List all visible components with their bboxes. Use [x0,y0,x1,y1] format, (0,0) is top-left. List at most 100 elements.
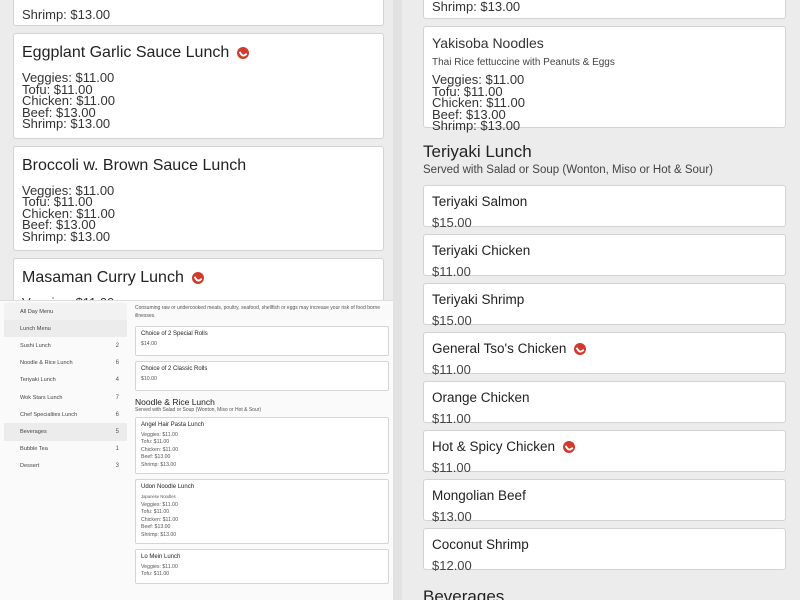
menu-card[interactable]: Orange Chicken $11.00 [423,381,786,426]
mini-menu-panel: All Day Menu Lunch Menu Sushi Lunch 2 Noodle… [0,300,393,600]
item-title-text: General Tso's Chicken [432,341,567,356]
sidebar-item[interactable]: All Day Menu [4,303,127,321]
sidebar-item-label: Sushi Lunch [20,342,51,349]
item-title-text: Teriyaki Chicken [432,243,531,258]
item-title-text: Teriyaki Salmon [432,194,528,209]
panel-divider [393,0,402,600]
sidebar-item[interactable]: Noodle & Rice Lunch 6 [4,355,127,372]
item-title-text: Broccoli w. Brown Sauce Lunch [22,156,247,174]
left-menu-panel: Shrimp: $13.00 Eggplant Garlic Sauce Lun… [0,0,393,300]
sidebar-item-label: Lunch Menu [20,325,51,332]
sidebar-item[interactable]: Dessert 3 [4,458,127,475]
item-price: $15.00 [432,215,472,230]
sidebar-item-count: 6 [115,360,119,367]
item-title: Mongolian Beef [432,488,777,503]
raw-food-warning: Consuming raw or undercooked meats, poul… [135,305,381,319]
item-title: Eggplant Garlic Sauce Lunch [22,44,375,62]
item-description: Japanese Noodles [141,494,176,500]
menu-card[interactable]: Mongolian Beef $13.00 [423,479,786,524]
item-title-text: Masaman Curry Lunch [22,269,184,286]
item-price: $11.00 [432,411,471,426]
menu-card-partial[interactable]: Shrimp: $13.00 [13,0,384,26]
menu-card[interactable]: Eggplant Garlic Sauce Lunch Veggies: $11.… [13,33,384,139]
sidebar-item[interactable]: Bubble Tea 1 [4,441,127,458]
menu-card[interactable]: General Tso's Chicken $11.00 [423,332,786,377]
item-description: Thai Rice fettuccine with Peanuts & Eggs [432,57,615,68]
screen: Shrimp: $13.00 Eggplant Garlic Sauce Lun… [0,0,800,600]
section-heading-teriyaki: Teriyaki Lunch [423,142,532,161]
chili-pepper-icon [237,47,250,59]
section-heading-beverages: Beverages [423,587,505,600]
price-line: Shrimp: $13.00 [22,116,111,131]
item-price: $15.00 [432,313,472,328]
price-line: Tofu: $11.00 [141,439,170,446]
item-price: $11.00 [432,362,471,377]
right-menu-panel: Shrimp: $13.00 Yakisoba Noodles Thai Ric… [402,0,800,600]
section-heading-noodle: Noodle & Rice Lunch [135,397,215,407]
sidebar-item-label: Teriyaki Lunch [20,377,56,384]
item-price: $14.00 [141,341,157,347]
sidebar-item-label: Noodle & Rice Lunch [20,360,73,367]
sidebar-item-label: Dessert [20,463,40,470]
sidebar-item-count: 4 [115,377,119,384]
mini-main-content: Consuming raw or undercooked meats, poul… [135,305,389,589]
sidebar-item[interactable]: Lunch Menu [4,320,127,338]
price-line: Shrimp: $13.00 [141,531,177,538]
left-menu-list: Shrimp: $13.00 Eggplant Garlic Sauce Lun… [13,0,384,300]
item-title: Choice of 2 Special Rolls [141,331,208,337]
item-title: Teriyaki Salmon [432,194,777,209]
item-title-text: Teriyaki Shrimp [432,292,525,307]
sidebar-item[interactable]: Sushi Lunch 2 [4,337,127,354]
price-line: Shrimp: $13.00 [141,461,177,468]
menu-card[interactable]: Udon Noodle Lunch Japanese Noodles Veggies… [135,479,389,545]
sidebar-item-label: Bubble Tea [20,446,48,453]
sidebar-item-label: Chef Specialties Lunch [20,411,78,418]
sidebar-item[interactable]: Teriyaki Lunch 4 [4,372,127,389]
item-title: Masaman Curry Lunch [22,269,375,287]
menu-card[interactable]: Broccoli w. Brown Sauce Lunch Veggies: $1… [13,145,384,251]
menu-card[interactable]: Teriyaki Chicken $11.00 [423,234,786,279]
sidebar-item-count: 2 [115,342,119,349]
menu-card-partial[interactable]: Shrimp: $13.00 [423,0,786,19]
item-title-text: Coconut Shrimp [432,537,529,552]
price-line: Shrimp: $13.00 [22,7,111,22]
sidebar-item[interactable]: Chef Specialties Lunch 6 [4,406,127,423]
item-title: Coconut Shrimp [432,537,777,552]
price-line: Beef: $13.00 [141,454,171,461]
item-title: Lo Mein Lunch [141,554,181,561]
item-title: Teriyaki Shrimp [432,292,777,307]
menu-card[interactable]: Choice of 2 Special Rolls $14.00 [135,326,389,356]
item-price: $13.00 [432,509,472,524]
section-subheading-noodle: Served with Salad or Soup (Wonton, Miso … [135,407,262,413]
item-title: General Tso's Chicken [432,341,777,356]
right-menu-list: Shrimp: $13.00 Yakisoba Noodles Thai Ric… [423,0,786,600]
item-title-text: Orange Chicken [432,390,530,405]
menu-card[interactable]: Teriyaki Shrimp $15.00 [423,283,786,328]
price-line: Tofu: $11.00 [141,509,170,516]
item-title-text: Mongolian Beef [432,488,526,503]
sidebar-item[interactable]: Wok Stars Lunch 7 [4,389,127,406]
menu-card[interactable]: Hot & Spicy Chicken $11.00 [423,430,786,475]
section-subheading-teriyaki: Served with Salad or Soup (Wonton, Miso … [423,164,713,176]
item-title-text: Eggplant Garlic Sauce Lunch [22,44,230,61]
item-price: $10.00 [141,376,157,382]
menu-card[interactable]: Masaman Curry LunchVeggies: $11.00Tofu: … [13,258,384,300]
sidebar-item-count: 7 [115,394,119,401]
menu-card[interactable]: Coconut Shrimp $12.00 [423,528,786,573]
menu-card[interactable]: Angel Hair Pasta Lunch Veggies: $11.00 Tof… [135,417,389,475]
sidebar-item[interactable]: Beverages 5 [4,423,127,441]
price-line: Shrimp: $13.00 [22,228,111,244]
sidebar-item-count: 1 [115,446,119,453]
menu-card[interactable]: Choice of 2 Classic Rolls $10.00 [135,361,389,391]
sidebar-item-label: All Day Menu [20,308,54,315]
menu-card[interactable]: Teriyaki Salmon $15.00 [423,185,786,230]
price-line: Veggies: $11.00 [141,432,178,438]
price-line: Veggies: $11.00 [141,564,178,571]
chili-pepper-icon [563,440,576,453]
menu-card-yakisoba[interactable]: Yakisoba Noodles Thai Rice fettuccine wi… [423,26,786,132]
item-title: Udon Noodle Lunch [141,484,195,491]
price-line: Veggies: $11.00 [141,502,178,509]
price-line: Chicken: $11.00 [141,516,179,523]
item-title-text: Hot & Spicy Chicken [432,439,556,454]
menu-card[interactable]: Lo Mein Lunch Veggies: $11.00 Tofu: $11.00 [135,549,389,584]
